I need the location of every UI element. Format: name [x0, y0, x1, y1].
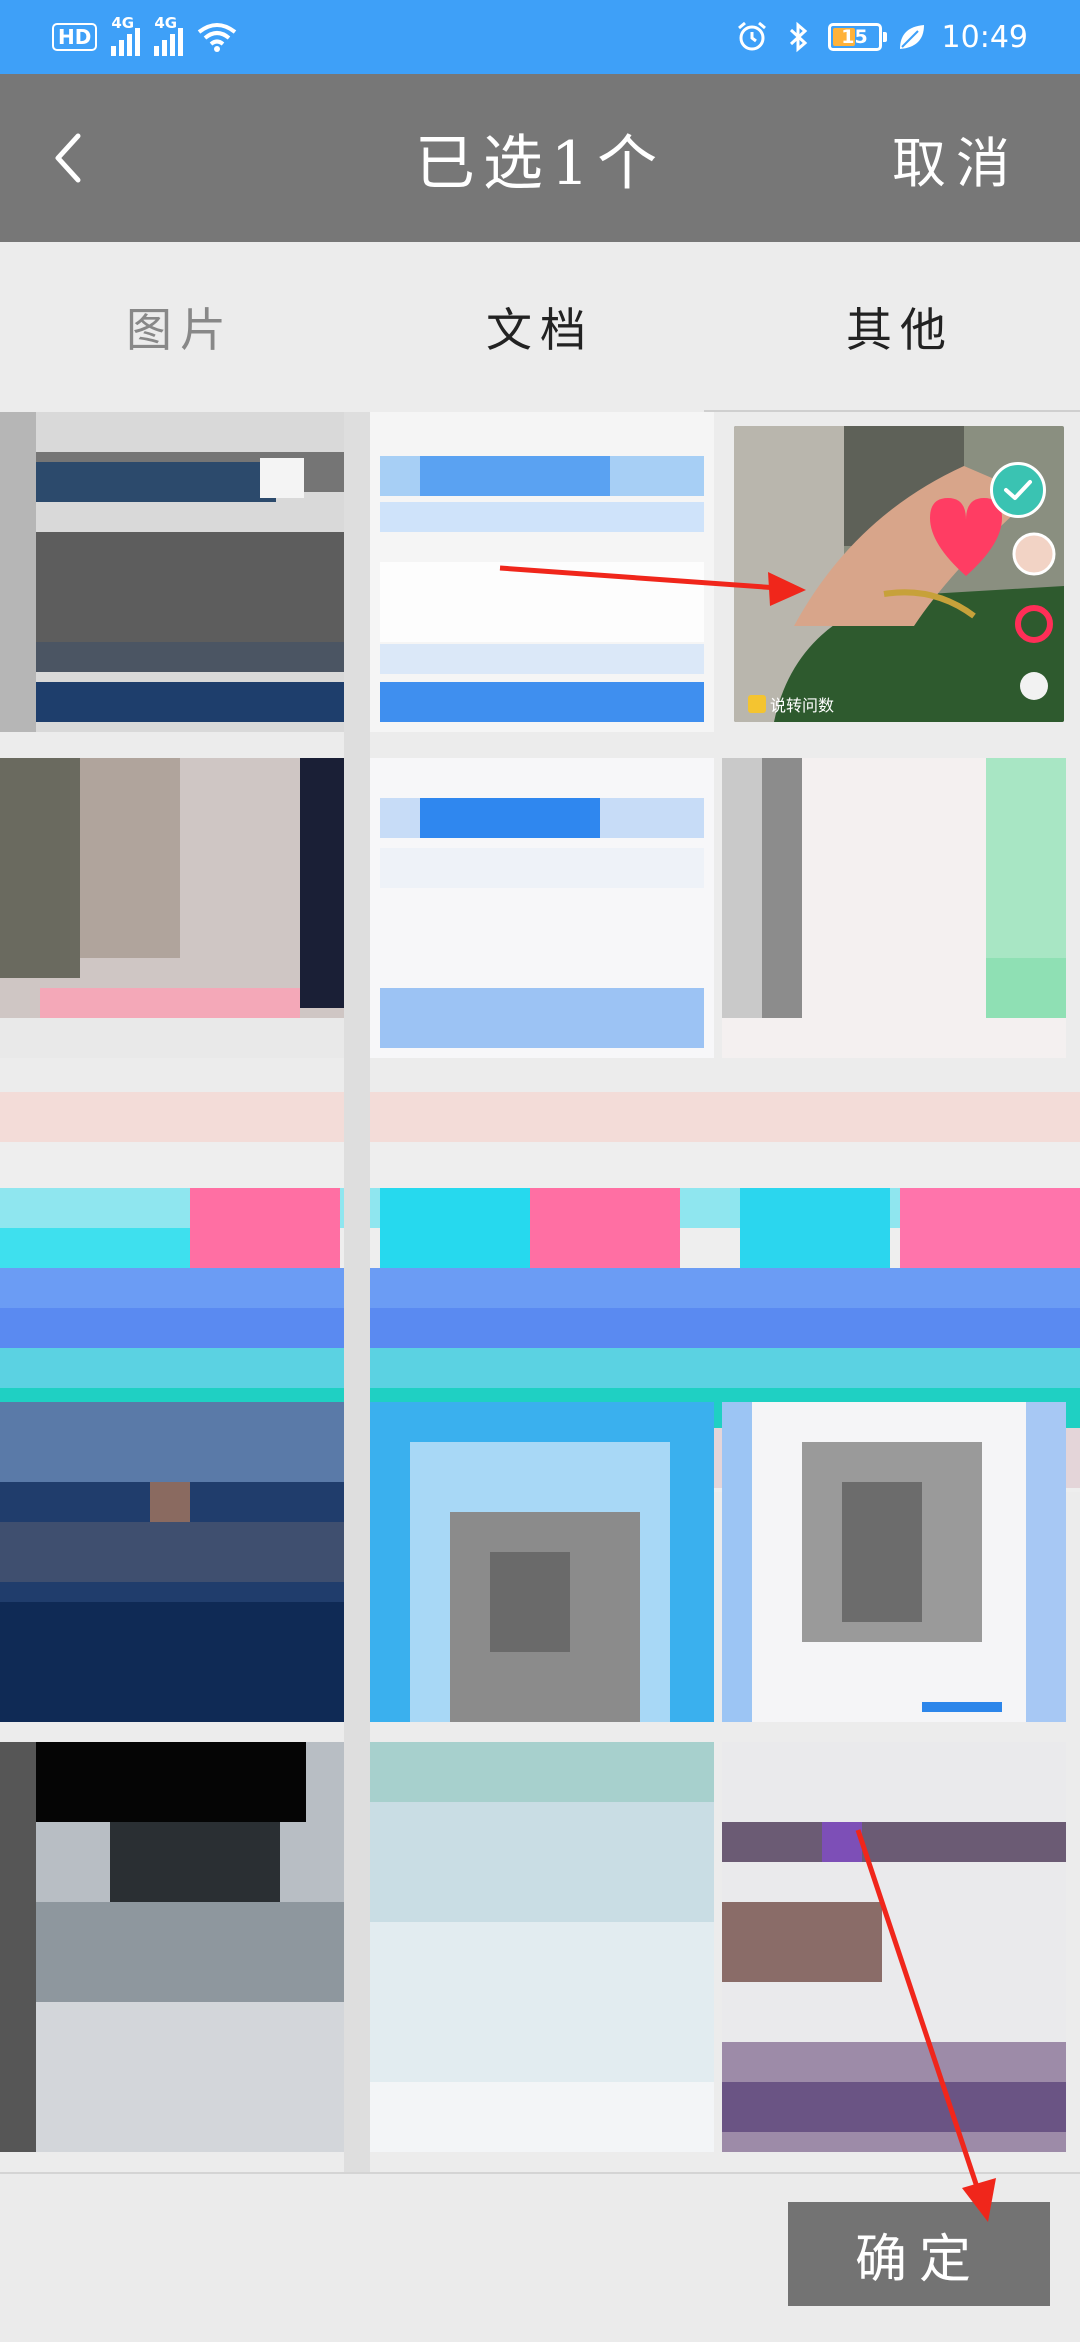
- wifi-icon: [198, 23, 237, 52]
- thumbnail-image[interactable]: [370, 758, 714, 1058]
- selected-check-badge[interactable]: [990, 462, 1046, 518]
- title-bar: 已选1个 取消: [0, 74, 1080, 242]
- tab-bar: 图片 文档 其他: [0, 242, 1080, 412]
- thumbnail-image[interactable]: [722, 1742, 1066, 2152]
- thumbnail-image[interactable]: [370, 1742, 714, 2152]
- selected-video-thumbnail[interactable]: 说转问数: [734, 426, 1064, 722]
- signal-icon: 4G: [111, 14, 141, 56]
- grid-divider: [344, 412, 370, 2172]
- thumbnail-image[interactable]: [722, 1402, 1066, 1722]
- network-type-label: 4G: [111, 14, 135, 32]
- status-bar: HD 4G 4G 15 10:49: [0, 0, 1080, 74]
- tab-images[interactable]: 图片: [0, 242, 360, 412]
- check-icon: [1004, 480, 1032, 500]
- alarm-icon: [737, 21, 766, 51]
- network-type-label: 4G: [154, 14, 178, 32]
- thumbnail-image[interactable]: [0, 1742, 344, 2152]
- page-title: 已选1个: [414, 128, 666, 199]
- thumbnail-image[interactable]: [0, 1402, 344, 1722]
- signal-icon: 4G: [154, 14, 184, 56]
- thumbnail-image[interactable]: [370, 412, 714, 732]
- thumbnail-image[interactable]: [0, 412, 344, 732]
- video-caption-text: 说转问数: [770, 696, 835, 715]
- battery-icon: 15: [827, 23, 887, 51]
- hd-voice-icon: HD: [52, 23, 98, 51]
- leaf-icon: [899, 25, 924, 49]
- thumbnail-image[interactable]: [722, 758, 1066, 1058]
- tab-documents[interactable]: 文档: [360, 242, 720, 412]
- thumbnail-image[interactable]: [370, 1402, 714, 1722]
- bluetooth-icon: [789, 21, 807, 53]
- bottom-bar: 确定: [0, 2172, 1080, 2342]
- video-caption: 说转问数: [748, 692, 834, 716]
- chevron-left-icon: [55, 133, 81, 183]
- caption-tag-icon: [748, 695, 766, 713]
- clock: 10:49: [941, 19, 1028, 55]
- tab-other[interactable]: 其他: [720, 242, 1080, 412]
- confirm-button[interactable]: 确定: [788, 2202, 1050, 2306]
- thumbnail-image[interactable]: [0, 758, 344, 1058]
- cancel-button[interactable]: 取消: [892, 74, 1020, 242]
- battery-level: 15: [841, 26, 868, 48]
- media-grid: 说转问数: [0, 412, 1080, 2172]
- back-button[interactable]: [28, 118, 108, 198]
